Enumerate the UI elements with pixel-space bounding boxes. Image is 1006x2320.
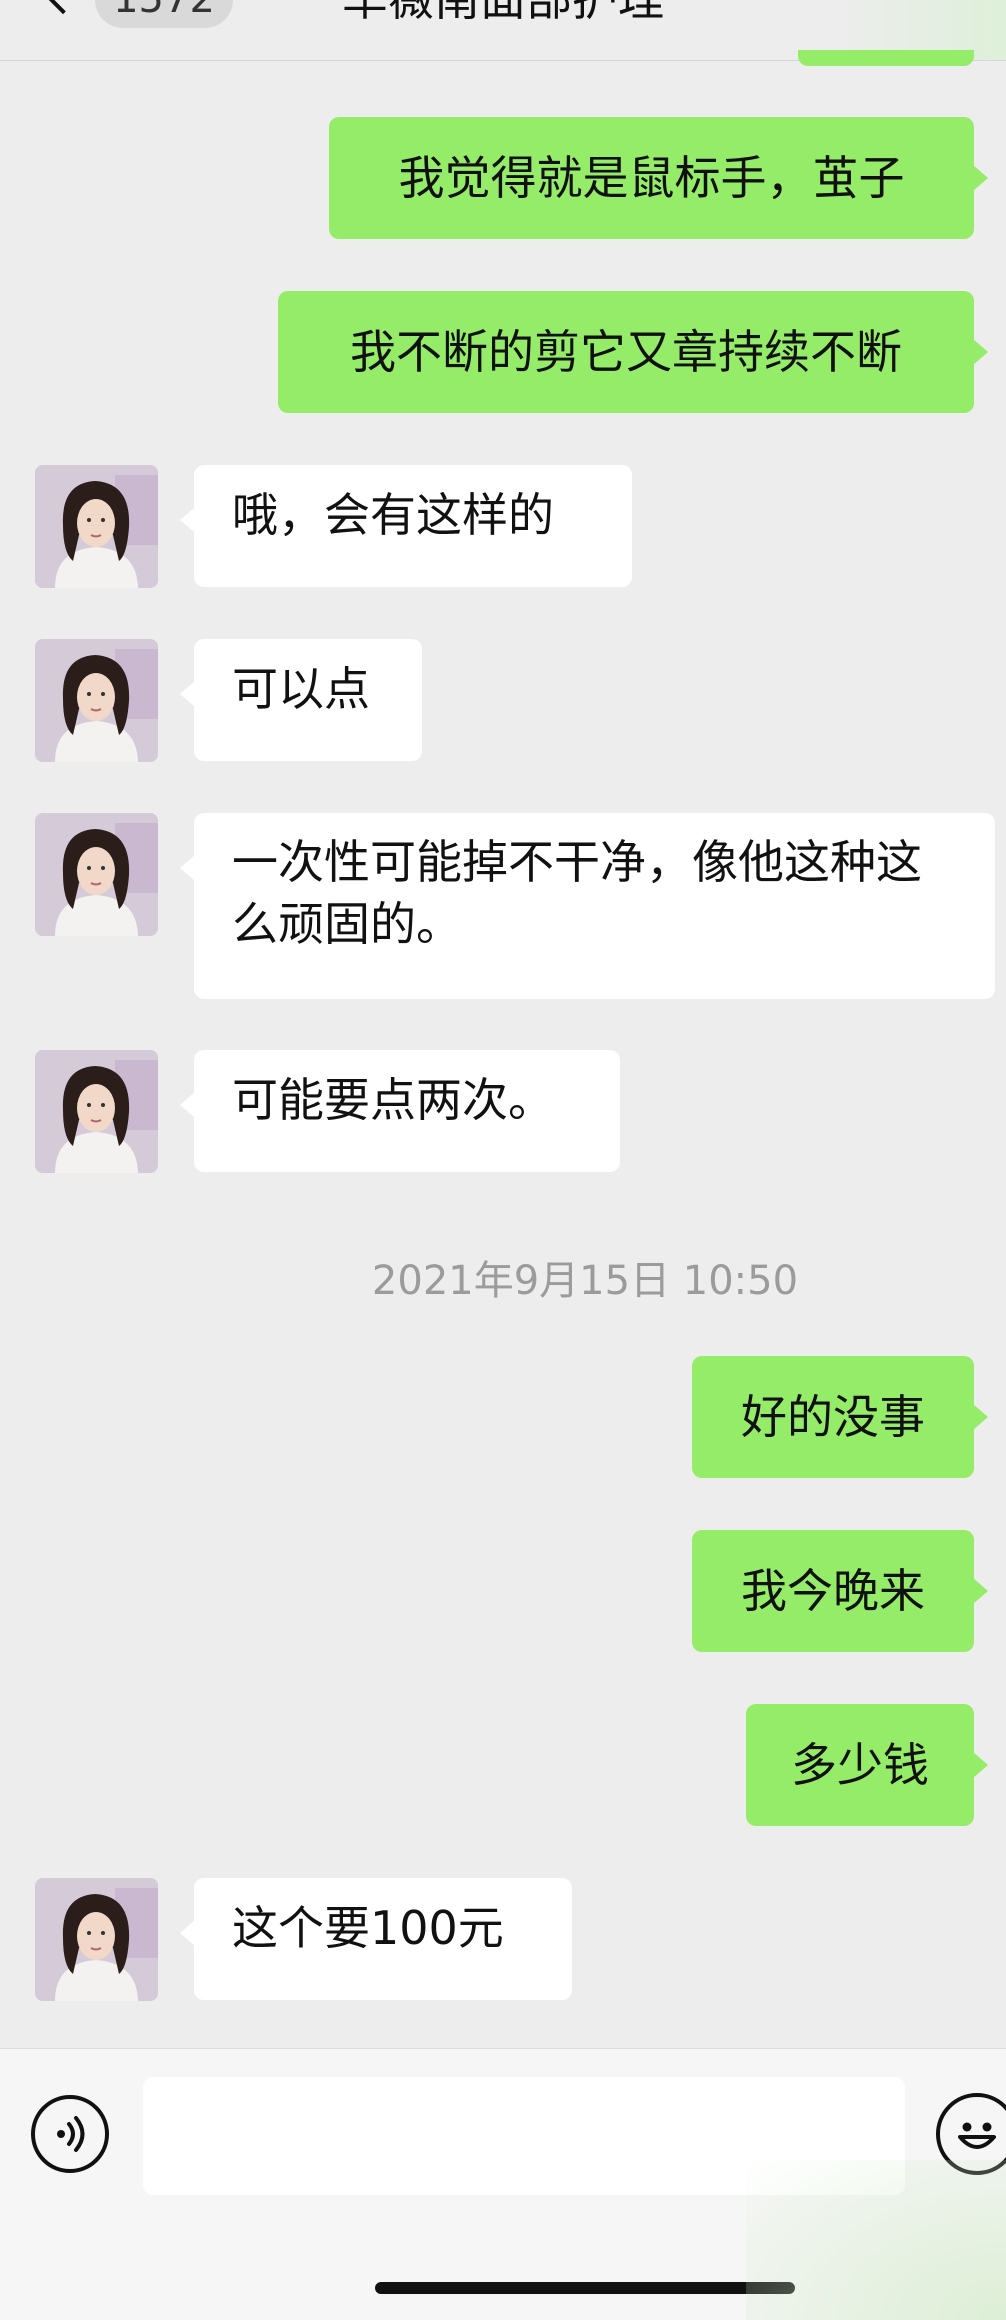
home-indicator (375, 2282, 795, 2294)
input-bar (0, 2048, 1006, 2320)
message-bubble-incoming[interactable]: 这个要100元 (180, 1878, 572, 2000)
message-bubble-outgoing[interactable]: 我不断的剪它又章持续不断 (278, 291, 988, 413)
voice-input-button[interactable] (31, 2095, 109, 2173)
message-bubble-outgoing[interactable]: 我今晚来 (692, 1530, 988, 1652)
timestamp-divider: 2021年9月15日 10:50 (371, 1258, 799, 1304)
contact-avatar[interactable] (35, 1050, 158, 1173)
contact-avatar[interactable] (35, 813, 158, 936)
contact-avatar[interactable] (35, 1878, 158, 2001)
emoji-icon (958, 2122, 996, 2149)
cropped-outgoing-bubble (798, 50, 974, 66)
message-bubble-incoming[interactable]: 哦，会有这样的 (180, 465, 632, 587)
message-bubble-incoming[interactable]: 可能要点两次。 (180, 1050, 620, 1172)
message-bubble-outgoing[interactable]: 好的没事 (692, 1356, 988, 1478)
bottom-decoration (746, 2160, 1006, 2320)
message-bubble-outgoing[interactable]: 多少钱 (746, 1704, 988, 1826)
contact-avatar[interactable] (35, 465, 158, 588)
message-bubble-incoming[interactable]: 一次性可能掉不干净，像他这种这么顽固的。 (180, 813, 995, 999)
message-bubble-outgoing[interactable]: 我觉得就是鼠标手，茧子 (329, 117, 988, 239)
voice-icon (57, 2116, 85, 2152)
message-bubble-incoming[interactable]: 可以点 (180, 639, 422, 761)
contact-avatar[interactable] (35, 639, 158, 762)
